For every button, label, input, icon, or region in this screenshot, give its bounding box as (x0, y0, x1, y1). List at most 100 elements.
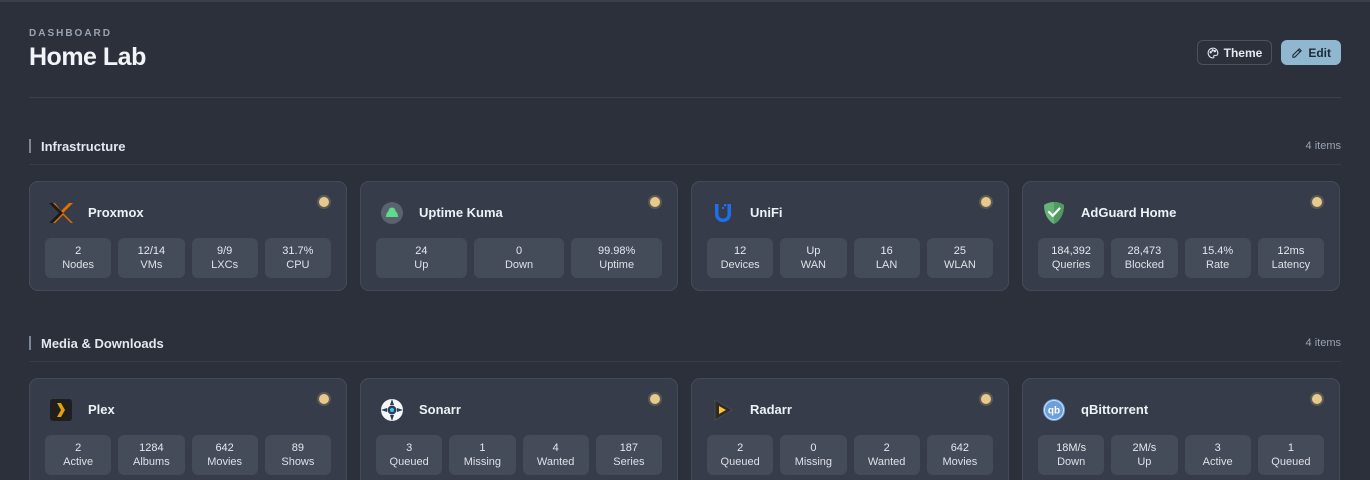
status-indicator (979, 392, 993, 406)
stat-label: Blocked (1124, 259, 1164, 271)
stat-label: Devices (720, 259, 760, 271)
section-accent-bar (29, 139, 31, 153)
service-name: AdGuard Home (1081, 205, 1177, 220)
theme-button[interactable]: Theme (1196, 40, 1273, 65)
service-name: Plex (88, 402, 115, 417)
service-card-radarr[interactable]: Radarr 2 Queued 0 Missing 2 Wanted 642 Movie… (691, 378, 1009, 480)
stat-label: Queued (1271, 456, 1311, 468)
page-eyebrow: DASHBOARD (29, 28, 112, 39)
stat-label: VMs (140, 259, 163, 271)
stats-row: 12 Devices Up WAN 16 LAN 25 WLAN (707, 238, 993, 278)
stat-value: 187 (619, 442, 639, 454)
stat-tile: 89 Shows (264, 435, 331, 475)
sonarr-icon (379, 397, 405, 423)
service-card-unifi[interactable]: UniFi 12 Devices Up WAN 16 LAN 25 WLAN (691, 181, 1009, 291)
service-card-sonarr[interactable]: Sonarr 3 Queued 1 Missing 4 Wanted 187 Serie… (360, 378, 678, 480)
stat-value: 89 (291, 442, 304, 454)
stats-row: 24 Up 0 Down 99.98% Uptime (376, 238, 663, 278)
stat-value: 12/14 (137, 245, 166, 257)
stat-value: 0 (515, 245, 523, 257)
service-name: qBittorrent (1081, 402, 1149, 417)
stat-label: CPU (286, 259, 310, 271)
service-card-adguard-home[interactable]: AdGuard Home 184,392 Queries 28,473 Blocke… (1022, 181, 1340, 291)
stat-label: Missing (794, 456, 833, 468)
stat-label: LAN (875, 259, 898, 271)
stat-value: 1284 (139, 442, 164, 454)
stat-label: Movies (207, 456, 243, 468)
stat-value: 15.4% (1202, 245, 1234, 257)
stat-value: 0 (810, 442, 817, 454)
stat-tile: 2 Wanted (853, 435, 920, 475)
stat-value: 99.98% (598, 245, 636, 257)
stat-tile: 2 Active (45, 435, 112, 475)
stat-value: 9/9 (216, 245, 233, 257)
section-accent-bar (29, 336, 31, 350)
service-card-plex[interactable]: Plex 2 Active 1284 Albums 642 Movies 89 Show… (29, 378, 347, 480)
stat-value: 642 (215, 442, 234, 454)
stat-tile: 184,392 Queries (1038, 238, 1105, 278)
stat-tile: 2 Queued (707, 435, 774, 475)
page-title: Home Lab (29, 43, 146, 71)
status-indicator (317, 392, 331, 406)
stat-label: Missing (463, 456, 502, 468)
section-item-count: 4 items (1305, 140, 1341, 152)
stat-label: WLAN (943, 259, 976, 271)
stat-tile: 25 WLAN (926, 238, 993, 278)
service-name: Radarr (750, 402, 792, 417)
status-indicator (317, 195, 331, 209)
svg-text:qb: qb (1048, 406, 1060, 417)
stats-row: 2 Active 1284 Albums 642 Movies 89 Shows (45, 435, 331, 475)
status-indicator (979, 195, 993, 209)
service-name: UniFi (750, 205, 783, 220)
stat-value: 1 (1287, 442, 1294, 454)
stat-tile: 2 Nodes (45, 238, 112, 278)
stat-label: Active (63, 456, 94, 468)
stat-tile: 0 Down (473, 238, 565, 278)
stat-value: 3 (1214, 442, 1221, 454)
stat-label: Movies (942, 456, 978, 468)
stat-tile: 31.7% CPU (264, 238, 331, 278)
stat-value: Up (806, 245, 821, 257)
qbittorrent-icon: qb (1041, 397, 1067, 423)
stat-tile: 187 Series (595, 435, 662, 475)
plex-icon (48, 397, 74, 423)
service-card-qbittorrent[interactable]: qb qBittorrent 18M/s Down 2M/s Up 3 Active … (1022, 378, 1340, 480)
stat-tile: 3 Active (1184, 435, 1251, 475)
unifi-icon (710, 200, 736, 226)
stat-label: Wanted (867, 456, 906, 468)
stat-label: Active (1202, 456, 1233, 468)
proxmox-icon (48, 200, 74, 226)
edit-button-label: Edit (1308, 45, 1331, 60)
dashboard-header: DASHBOARD Home Lab Theme Edit (29, 28, 1341, 98)
stat-label: Wanted (536, 456, 575, 468)
header-actions: Theme Edit (1196, 40, 1341, 65)
service-card-proxmox[interactable]: Proxmox 2 Nodes 12/14 VMs 9/9 LXCs 31.7% CPU (29, 181, 347, 291)
stat-tile: 3 Queued (376, 435, 443, 475)
stat-tile: 18M/s Down (1038, 435, 1105, 475)
stat-value: 2 (75, 245, 82, 257)
stat-tile: 12/14 VMs (118, 238, 185, 278)
stat-value: 2 (883, 442, 890, 454)
stat-value: 2 (737, 442, 744, 454)
stats-row: 18M/s Down 2M/s Up 3 Active 1 Queued (1038, 435, 1324, 475)
stat-tile: 12 Devices (707, 238, 774, 278)
stat-label: Queued (389, 456, 429, 468)
stat-tile: 9/9 LXCs (191, 238, 258, 278)
stat-tile: 12ms Latency (1257, 238, 1324, 278)
status-indicator (1310, 392, 1324, 406)
section-item-count: 4 items (1305, 337, 1341, 349)
stat-tile: 16 LAN (853, 238, 920, 278)
service-name: Proxmox (88, 205, 144, 220)
stats-row: 2 Queued 0 Missing 2 Wanted 642 Movies (707, 435, 993, 475)
service-name: Uptime Kuma (419, 205, 503, 220)
theme-button-label: Theme (1223, 45, 1263, 60)
edit-button[interactable]: Edit (1281, 40, 1341, 65)
service-card-uptime-kuma[interactable]: Uptime Kuma 24 Up 0 Down 99.98% Uptime (360, 181, 678, 291)
stat-label: Up (414, 259, 429, 271)
stat-value: 16 (880, 245, 893, 257)
stat-tile: 15.4% Rate (1184, 238, 1251, 278)
stat-label: LXCs (211, 259, 239, 271)
radarr-icon (710, 397, 736, 423)
stat-value: 2M/s (1132, 442, 1157, 454)
stat-value: 642 (950, 442, 970, 454)
